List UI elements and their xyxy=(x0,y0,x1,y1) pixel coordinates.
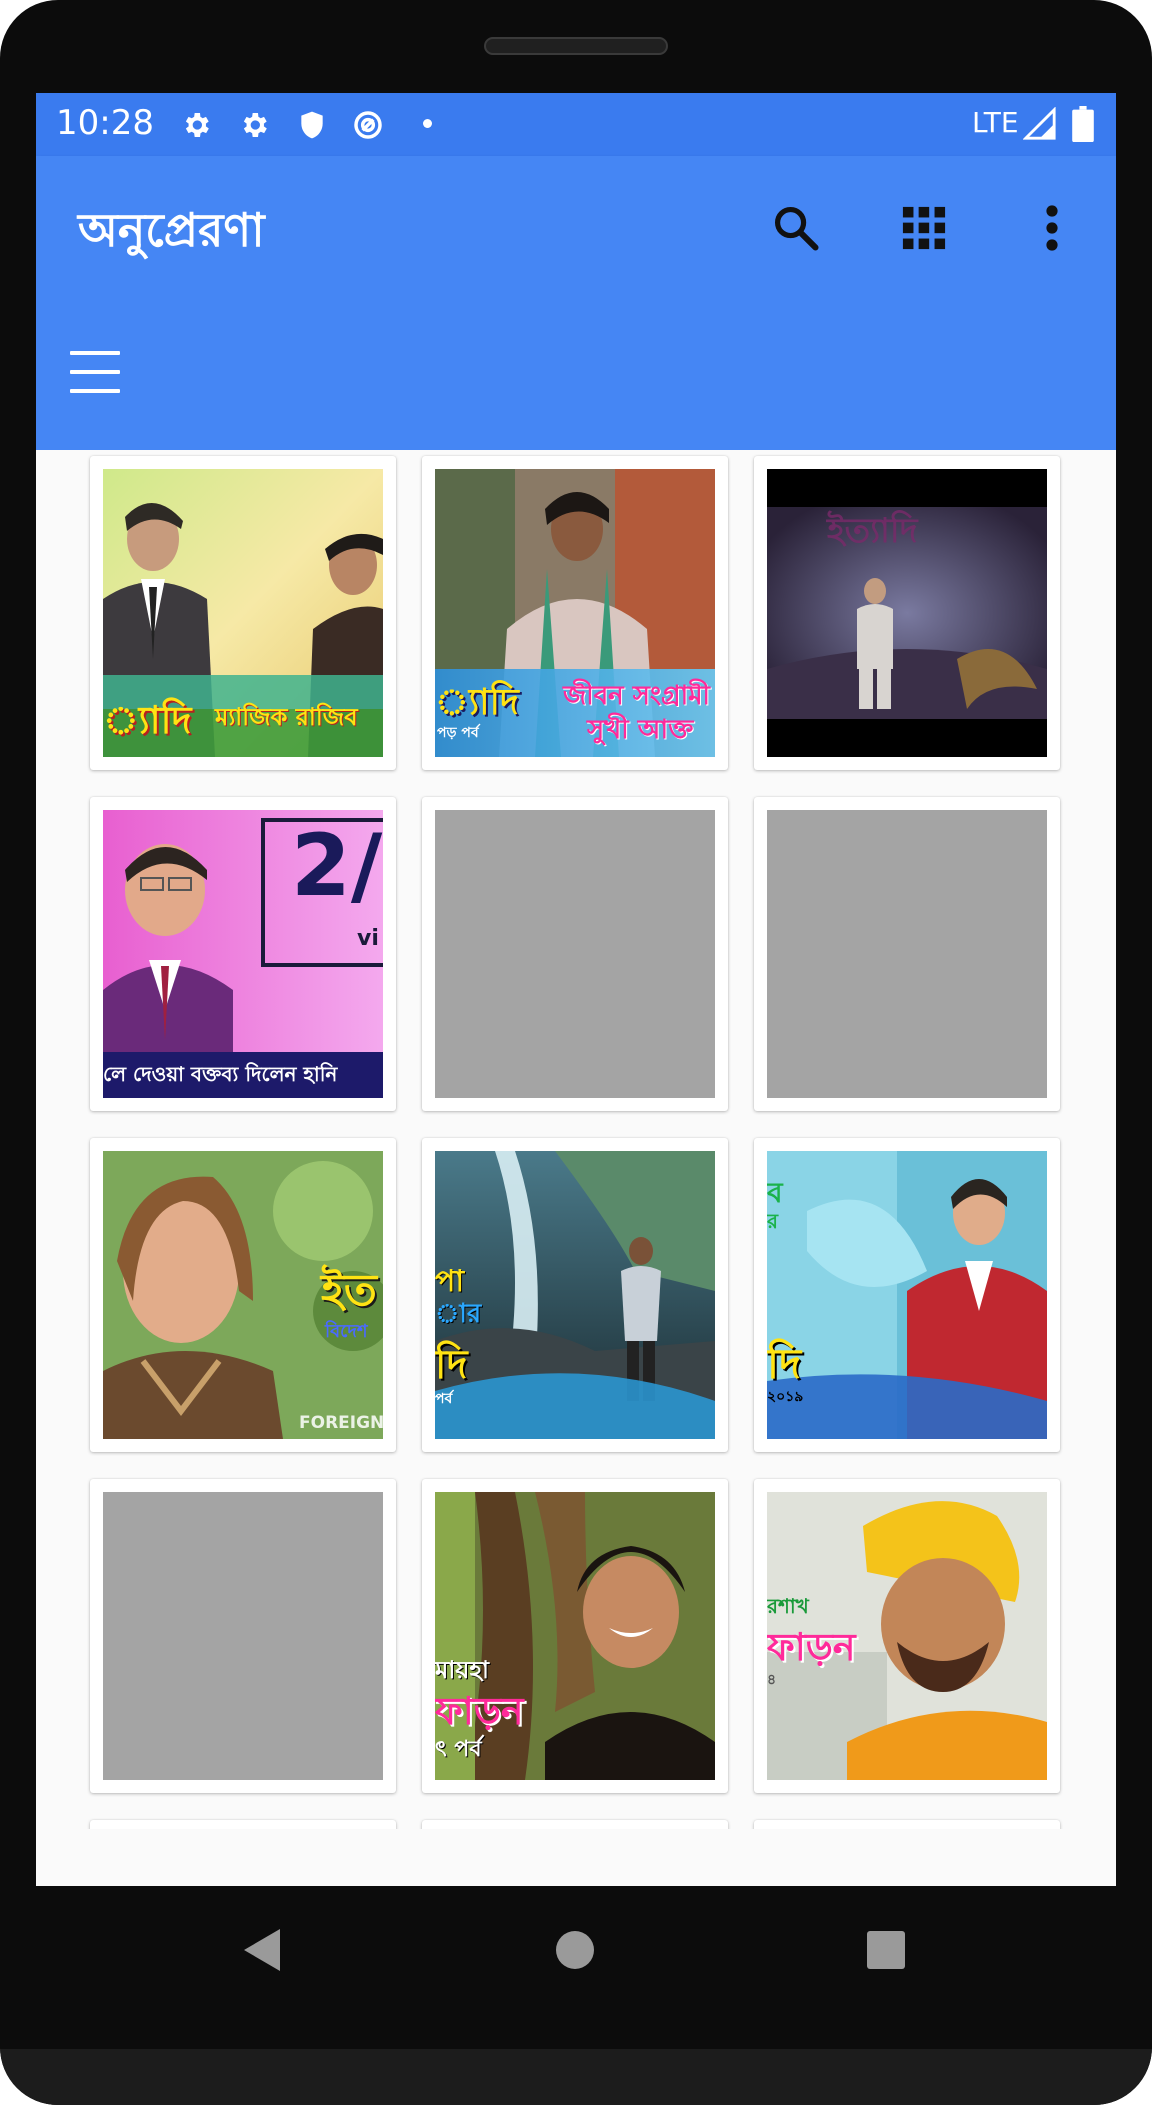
video-card[interactable]: পা ার দি পর্ব xyxy=(422,1138,728,1452)
device-bottom-edge xyxy=(0,2049,1152,2105)
screen: 10:28 LTE অনুপ্রেরণা ্যাদি ম্যাজিক রাজিব… xyxy=(36,93,1116,1886)
grid-view-button[interactable] xyxy=(892,196,956,260)
recents-icon[interactable] xyxy=(866,1930,906,1970)
thumbnail-caption: ৎ পর্ব xyxy=(435,1737,482,1762)
video-card[interactable]: ইত্যাদি xyxy=(754,456,1060,770)
hamburger-menu-icon[interactable] xyxy=(70,351,124,395)
speaker-grille xyxy=(484,37,668,55)
grid-bottom-edge xyxy=(36,1829,1116,1886)
battery-icon xyxy=(1072,106,1094,142)
thumbnail-caption: ২০১৯ xyxy=(767,1389,804,1405)
more-options-button[interactable] xyxy=(1020,196,1084,260)
thumbnail-placeholder[interactable] xyxy=(435,810,715,1098)
thumbnail-caption: ফাড়ন xyxy=(767,1625,856,1669)
video-card[interactable]: ইত বিদেশ FOREIGN xyxy=(90,1138,396,1452)
gear-icon xyxy=(243,113,267,137)
thumbnail-caption: ৪ xyxy=(767,1672,777,1688)
shield-icon xyxy=(301,111,323,139)
video-grid: ্যাদি ম্যাজিক রাজিব ্যাদি পড় পর্ব জীবন … xyxy=(36,450,1116,1886)
thumbnail-caption: ম্যাজিক রাজিব xyxy=(215,703,358,731)
video-card[interactable]: 2/ vi লে দেওয়া বক্তব্য দিলেন হানি xyxy=(90,797,396,1111)
thumbnail-caption: FOREIGN xyxy=(299,1413,383,1433)
navigation-bar xyxy=(0,1886,1152,2049)
gear-icon xyxy=(185,113,209,137)
status-bar: 10:28 LTE xyxy=(36,93,1116,156)
video-thumbnail[interactable]: ্যাদি পড় পর্ব জীবন সংগ্রামী সুখী আক্ত xyxy=(435,469,715,757)
thumbnail-caption: ইত্যাদি xyxy=(827,511,918,551)
video-thumbnail[interactable]: 2/ vi লে দেওয়া বক্তব্য দিলেন হানি xyxy=(103,810,383,1098)
video-thumbnail[interactable]: পা ার দি পর্ব xyxy=(435,1151,715,1439)
video-card[interactable] xyxy=(754,797,1060,1111)
home-icon[interactable] xyxy=(555,1930,595,1970)
app-title: অনুপ্রেরণা xyxy=(78,203,265,257)
video-thumbnail[interactable]: রশাখ ফাড়ন ৪ xyxy=(767,1492,1047,1780)
video-thumbnail[interactable]: ব র দি ২০১৯ xyxy=(767,1151,1047,1439)
status-time: 10:28 xyxy=(56,103,154,143)
video-card[interactable]: মায়হা ফাড়ন ৎ পর্ব xyxy=(422,1479,728,1793)
thumbnail-placeholder[interactable] xyxy=(767,810,1047,1098)
network-type: LTE xyxy=(972,106,1019,139)
video-thumbnail[interactable]: ্যাদি ম্যাজিক রাজিব xyxy=(103,469,383,757)
video-card[interactable]: ্যাদি পড় পর্ব জীবন সংগ্রামী সুখী আক্ত xyxy=(422,456,728,770)
device-frame: 10:28 LTE অনুপ্রেরণা ্যাদি ম্যাজিক রাজিব… xyxy=(0,0,1152,2105)
video-thumbnail[interactable]: ইত বিদেশ FOREIGN xyxy=(103,1151,383,1439)
vpn-icon xyxy=(354,111,382,139)
video-card[interactable]: রশাখ ফাড়ন ৪ xyxy=(754,1479,1060,1793)
video-thumbnail[interactable]: ইত্যাদি xyxy=(767,469,1047,757)
thumbnail-big-text: 2/ xyxy=(291,816,383,916)
more-vert-icon xyxy=(1046,205,1058,251)
video-thumbnail[interactable]: মায়হা ফাড়ন ৎ পর্ব xyxy=(435,1492,715,1780)
thumbnail-placeholder[interactable] xyxy=(103,1492,383,1780)
video-card[interactable]: ব র দি ২০১৯ xyxy=(754,1138,1060,1452)
search-icon xyxy=(774,206,819,251)
thumbnail-caption: ার xyxy=(435,1299,482,1329)
thumbnail-caption: র xyxy=(767,1209,779,1233)
app-bar: অনুপ্রেরণা xyxy=(36,156,1116,303)
thumbnail-caption: বিদেশ xyxy=(325,1321,368,1342)
thumbnail-caption: ্যাদি xyxy=(103,698,192,742)
secondary-toolbar xyxy=(36,303,1116,450)
thumbnail-caption: সুখী আক্ত xyxy=(587,715,694,745)
notification-dot xyxy=(423,119,432,128)
thumbnail-caption: পড় পর্ব xyxy=(437,725,479,741)
thumbnail-caption: লে দেওয়া বক্তব্য দিলেন হানি xyxy=(103,1062,338,1086)
thumbnail-caption: vi xyxy=(357,926,379,951)
back-icon[interactable] xyxy=(240,1927,284,1973)
grid-view-icon xyxy=(902,206,946,250)
thumbnail-caption: পর্ব xyxy=(435,1391,453,1407)
video-card[interactable]: ্যাদি ম্যাজিক রাজিব xyxy=(90,456,396,770)
signal-icon xyxy=(1023,107,1056,140)
video-card[interactable] xyxy=(422,797,728,1111)
search-button[interactable] xyxy=(764,196,828,260)
video-card[interactable] xyxy=(90,1479,396,1793)
